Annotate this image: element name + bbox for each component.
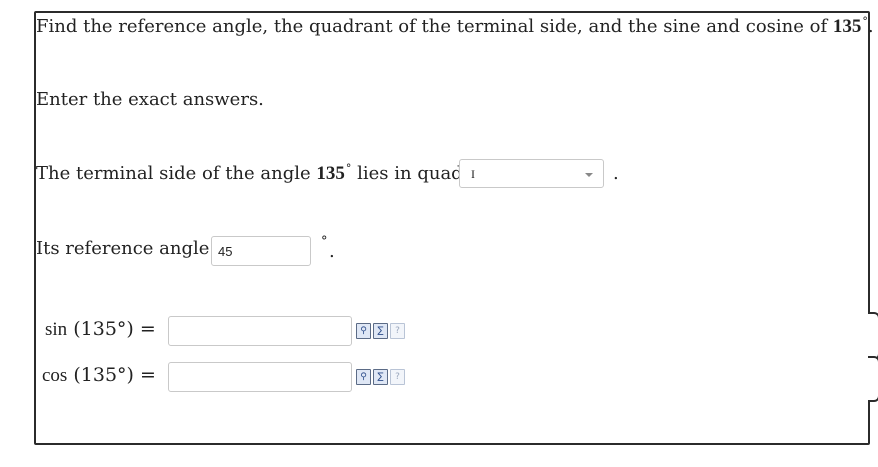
sin-answer-input[interactable]	[168, 316, 352, 346]
reference-label: Its reference angle is	[36, 238, 231, 259]
cos-label: cos (135°) =	[42, 364, 156, 387]
panel-edge-tab-bottom	[868, 356, 878, 402]
cos-tools: ⚲ ∑ ?	[356, 369, 405, 385]
quadrant-sentence: The terminal side of the angle 135° lies…	[36, 162, 501, 185]
equation-editor-icon[interactable]: ∑	[373, 323, 388, 339]
prompt-suffix: .	[867, 16, 874, 37]
quadrant-angle: 135	[316, 163, 345, 184]
sin-label: sin (135°) =	[45, 318, 156, 341]
cos-answer-input[interactable]	[168, 362, 352, 392]
equation-editor-icon[interactable]: ∑	[373, 369, 388, 385]
preview-icon[interactable]: ⚲	[356, 323, 371, 339]
quadrant-prefix: The terminal side of the angle	[36, 163, 311, 184]
quadrant-selected-value: I	[471, 167, 475, 181]
prompt-angle: 135	[832, 16, 862, 37]
help-icon[interactable]: ?	[390, 323, 405, 339]
prompt-prefix: Find the reference angle, the quadrant o…	[36, 16, 828, 37]
reference-angle-input[interactable]	[211, 236, 311, 266]
help-icon[interactable]: ?	[390, 369, 405, 385]
cos-expr: (135°) =	[73, 364, 156, 386]
quadrant-select[interactable]: I	[459, 159, 604, 188]
sin-expr: (135°) =	[73, 318, 156, 340]
question-panel	[34, 11, 870, 445]
reference-period: .	[329, 241, 335, 262]
sin-fn: sin	[45, 319, 68, 340]
instructions: Enter the exact answers.	[36, 89, 264, 110]
chevron-down-icon[interactable]	[585, 173, 593, 177]
quadrant-period: .	[613, 163, 619, 184]
panel-edge-tab-top	[868, 312, 878, 360]
cos-fn: cos	[42, 365, 68, 386]
reference-degree: °	[321, 234, 328, 249]
preview-icon[interactable]: ⚲	[356, 369, 371, 385]
question-prompt: Find the reference angle, the quadrant o…	[36, 15, 874, 38]
quadrant-degree: °	[345, 162, 352, 175]
sin-tools: ⚲ ∑ ?	[356, 323, 405, 339]
